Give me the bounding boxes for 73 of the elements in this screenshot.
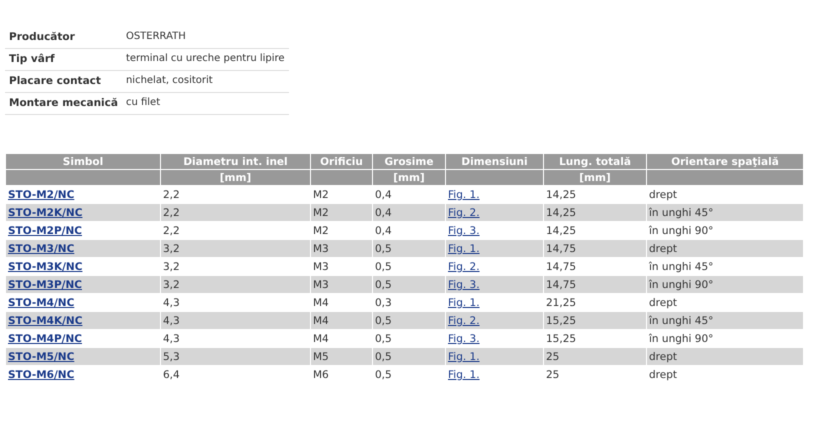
table-cell: 25 (546, 368, 560, 380)
table-cell: 0,5 (375, 332, 392, 344)
table-cell: M3 (313, 278, 329, 290)
table-cell: M5 (313, 350, 329, 362)
table-cell: în unghi 90° (649, 224, 714, 236)
column-header: Grosime (372, 154, 446, 170)
table-cell: 4,3 (163, 332, 180, 344)
unit-header: [mm] (372, 170, 446, 186)
property-label: Tip vârf (9, 53, 55, 65)
table-cell: 0,5 (375, 350, 392, 362)
table-cell: 3,2 (163, 278, 180, 290)
table-cell: M6 (313, 368, 329, 380)
table-cell: drept (649, 242, 677, 254)
table-cell: 4,3 (163, 296, 180, 308)
property-value: nichelat, cositorit (126, 75, 213, 86)
table-cell: 15,25 (546, 332, 576, 344)
table-cell: 3,2 (163, 242, 180, 254)
column-header: Lung. totală (544, 154, 646, 170)
table-cell: 2,2 (163, 206, 180, 218)
unit-header: [mm] (160, 170, 310, 186)
table-cell: M3 (313, 260, 329, 272)
table-cell: în unghi 45° (649, 206, 714, 218)
table-cell: 6,4 (163, 368, 180, 380)
table-cell: 0,5 (375, 260, 392, 272)
table-cell: 0,4 (375, 206, 392, 218)
column-header: Simbol (6, 154, 160, 170)
table-cell: 2,2 (163, 188, 180, 200)
table-cell: 15,25 (546, 314, 576, 326)
property-value: cu filet (126, 97, 160, 108)
table-cell: M3 (313, 242, 329, 254)
table-cell: 0,5 (375, 368, 392, 380)
table-cell: M4 (313, 332, 329, 344)
table-cell: 4,3 (163, 314, 180, 326)
table-cell: drept (649, 368, 677, 380)
table-cell: 14,75 (546, 278, 576, 290)
table-cell: în unghi 45° (649, 314, 714, 326)
column-header: Orificiu (310, 154, 372, 170)
table-cell: în unghi 90° (649, 332, 714, 344)
table-cell: 0,4 (375, 224, 392, 236)
table-cell: drept (649, 188, 677, 200)
table-cell: 0,3 (375, 296, 392, 308)
column-header: Orientare spaţială (646, 154, 804, 170)
table-cell: 14,25 (546, 224, 576, 236)
column-header: Dimensiuni (446, 154, 544, 170)
table-cell: 14,75 (546, 260, 576, 272)
property-label: Placare contact (9, 75, 101, 87)
table-cell: drept (649, 296, 677, 308)
table-cell: 21,25 (546, 296, 576, 308)
table-cell: 25 (546, 350, 560, 362)
property-value: terminal cu ureche pentru lipire (126, 53, 285, 64)
table-cell: M4 (313, 296, 329, 308)
table-cell: 0,5 (375, 242, 392, 254)
table-cell: M4 (313, 314, 329, 326)
table-cell: 14,25 (546, 206, 576, 218)
property-label: Montare mecanică (9, 97, 118, 109)
table-cell: 0,5 (375, 278, 392, 290)
property-label: Producător (9, 31, 75, 43)
column-header: Diametru int. inel (160, 154, 310, 170)
table-cell: M2 (313, 206, 329, 218)
table-cell: 5,3 (163, 350, 180, 362)
table-cell: 14,75 (546, 242, 576, 254)
table-cell: 0,5 (375, 314, 392, 326)
table-cell: 0,4 (375, 188, 392, 200)
table-cell: 14,25 (546, 188, 576, 200)
table-cell: în unghi 45° (649, 260, 714, 272)
table-cell: 3,2 (163, 260, 180, 272)
table-cell: 2,2 (163, 224, 180, 236)
table-cell: M2 (313, 188, 329, 200)
unit-header: [mm] (544, 170, 646, 186)
table-cell: M2 (313, 224, 329, 236)
table-cell: drept (649, 350, 677, 362)
property-value: OSTERRATH (126, 31, 186, 42)
table-cell: în unghi 90° (649, 278, 714, 290)
